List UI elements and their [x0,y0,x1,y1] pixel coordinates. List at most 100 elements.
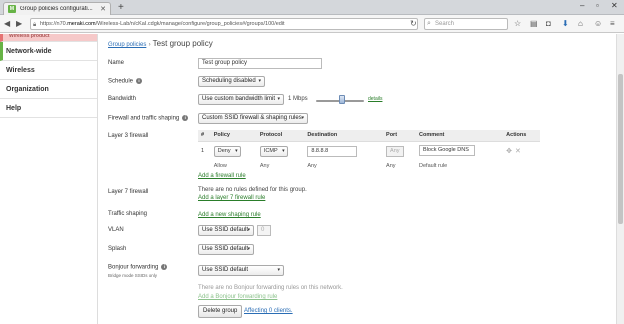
add-shaping-rule-link[interactable]: Add a new shaping rule [198,212,261,218]
sidebar-item-network-wide[interactable]: Network-wide [0,42,97,61]
schedule-select[interactable]: Scheduling disabled ▾ [198,76,265,87]
vlan-number-field[interactable]: 0 [257,225,271,236]
column-header: Port [383,130,417,142]
bandwidth-slider-handle[interactable] [339,95,346,104]
sidebar-item-wireless-product[interactable]: Wireless product [0,34,97,42]
lock-toolbar-icon[interactable]: ◘ [546,18,551,30]
search-placeholder: Search [435,21,455,27]
back-icon[interactable]: ◀ [4,18,10,30]
scrollbar-thumb[interactable] [618,74,623,224]
delete-group-button[interactable]: Delete group [198,305,243,318]
url-path: /Wireless-Lab/n/cKaI.cdgk/manage/configu… [95,21,285,27]
close-tab-icon[interactable]: ✕ [100,5,106,13]
url-domain: meraki.com [67,21,96,27]
menu-icon[interactable]: ≡ [610,18,615,30]
affecting-clients-link[interactable]: Affecting 0 clients. [244,308,293,314]
close-window-icon[interactable]: ✕ [611,0,618,12]
traffic-shaping-rules-label: Traffic shaping [108,211,148,217]
page-title: Test group policy [152,39,213,48]
protocol-select[interactable]: ICMP ▾ [259,145,288,157]
breadcrumb: Group policies › Test group policy [108,39,213,48]
table-row: 1 Deny ▾ ICMP ▾ 8.8.8.8 Any Block Google D… [198,141,540,161]
default-port: Any [386,163,396,169]
rule-number: 1 [201,148,205,155]
sidebar-item-wireless[interactable]: Wireless [0,61,97,80]
forward-icon[interactable]: ▶ [16,18,22,30]
destination-field[interactable]: 8.8.8.8 [307,145,358,157]
browser-nav-bar: ◀ ▶ 🔒︎ https://n70.meraki.com/Wireless-L… [0,15,624,33]
chevron-down-icon: ▾ [301,115,304,121]
breadcrumb-group-policies-link[interactable]: Group policies [108,42,146,48]
add-layer7-rule-link[interactable]: Add a layer 7 firewall rule [198,195,265,201]
chevron-down-icon: ▾ [277,96,280,102]
bandwidth-value: Use custom bandwidth limit [202,96,276,102]
bandwidth-rate: 1 Mbps [288,96,308,102]
policy-select[interactable]: Deny ▾ [213,145,241,157]
sidebar: Wireless product Network-wide Wireless O… [0,34,98,324]
minimize-icon[interactable]: – [580,0,584,12]
bandwidth-label: Bandwidth [108,96,137,102]
bandwidth-details-link[interactable]: details [368,96,382,102]
delete-rule-icon[interactable]: ✕ [515,148,521,155]
bonjour-sub-label: Bridge mode SSIDs only [108,273,158,278]
column-header: Comment [416,130,504,142]
star-icon[interactable]: ☆ [514,18,521,30]
url-bar[interactable]: 🔒︎ https://n70.meraki.com/Wireless-Lab/n… [30,18,418,30]
sidebar-item-organization[interactable]: Organization [0,80,97,99]
maximize-icon[interactable]: ▫ [596,0,599,12]
protocol-value: ICMP [263,147,278,154]
traffic-shaping-value: Custom SSID firewall & shaping rules [202,115,302,121]
info-icon[interactable]: i [136,78,143,84]
splash-select[interactable]: Use SSID default ▾ [198,244,254,255]
bonjour-select[interactable]: Use SSID default ▾ [198,265,284,276]
bonjour-label: Bonjour forwarding i [108,264,168,271]
chevron-down-icon: ▾ [258,78,261,84]
default-policy: Allow [213,163,227,169]
meraki-favicon-icon: M [8,5,16,13]
schedule-value: Scheduling disabled [202,78,256,84]
sidebar-item-help[interactable]: Help [0,99,97,118]
add-firewall-rule-link[interactable]: Add a firewall rule [198,173,246,179]
drag-handle-icon[interactable]: ✥ [506,148,512,155]
lock-icon: 🔒︎ [33,22,37,28]
column-header: Destination [304,130,384,142]
home-icon[interactable]: ⌂ [578,18,583,30]
search-input[interactable]: ⌕ Search [424,18,508,30]
port-field[interactable]: Any [386,145,404,157]
name-label: Name [108,60,125,66]
chevron-down-icon: ▾ [247,227,250,233]
default-comment: Default rule [419,163,448,169]
main-content: Group policies › Test group policy Name … [98,34,616,324]
reload-icon[interactable]: ↻ [410,18,417,30]
chat-icon[interactable]: ☺ [594,18,602,30]
info-icon[interactable]: i [161,264,168,270]
bandwidth-select[interactable]: Use custom bandwidth limit ▾ [198,94,284,105]
vlan-value: Use SSID default [202,227,249,233]
bonjour-value: Use SSID default [202,267,249,273]
breadcrumb-separator: › [148,42,151,48]
chevron-down-icon: ▾ [282,147,285,154]
schedule-label-text: Schedule [108,78,134,85]
add-bonjour-rule-link[interactable]: Add a Bonjour forwarding rule [198,294,277,300]
page-scrollbar[interactable] [616,34,624,324]
schedule-label: Schedule i [108,78,143,85]
browser-tab[interactable]: M Group policies configurati... ✕ [3,2,111,15]
layer7-firewall-label: Layer 7 firewall [108,189,149,195]
chevron-down-icon: ▾ [247,246,250,252]
reading-list-icon[interactable]: ▤ [530,18,538,30]
layer3-firewall-table: # Policy Protocol Destination Port Comme… [198,130,540,171]
vlan-select[interactable]: Use SSID default ▾ [198,225,254,236]
info-icon[interactable]: i [182,115,189,121]
table-row: Allow Any Any Any Default rule [198,161,540,171]
url-host: https://n70. [40,21,68,27]
default-destination: Any [307,163,317,169]
download-icon[interactable]: ⬇ [562,18,569,30]
search-icon: ⌕ [427,20,431,27]
traffic-shaping-select[interactable]: Custom SSID firewall & shaping rules ▾ [198,113,308,124]
splash-label: Splash [108,246,127,252]
new-tab-icon[interactable]: + [118,2,124,14]
layer3-firewall-label: Layer 3 firewall [108,133,149,139]
comment-field[interactable]: Block Google DNS [419,144,476,156]
chevron-down-icon: ▾ [277,267,280,273]
name-field[interactable]: Test group policy [198,58,322,69]
